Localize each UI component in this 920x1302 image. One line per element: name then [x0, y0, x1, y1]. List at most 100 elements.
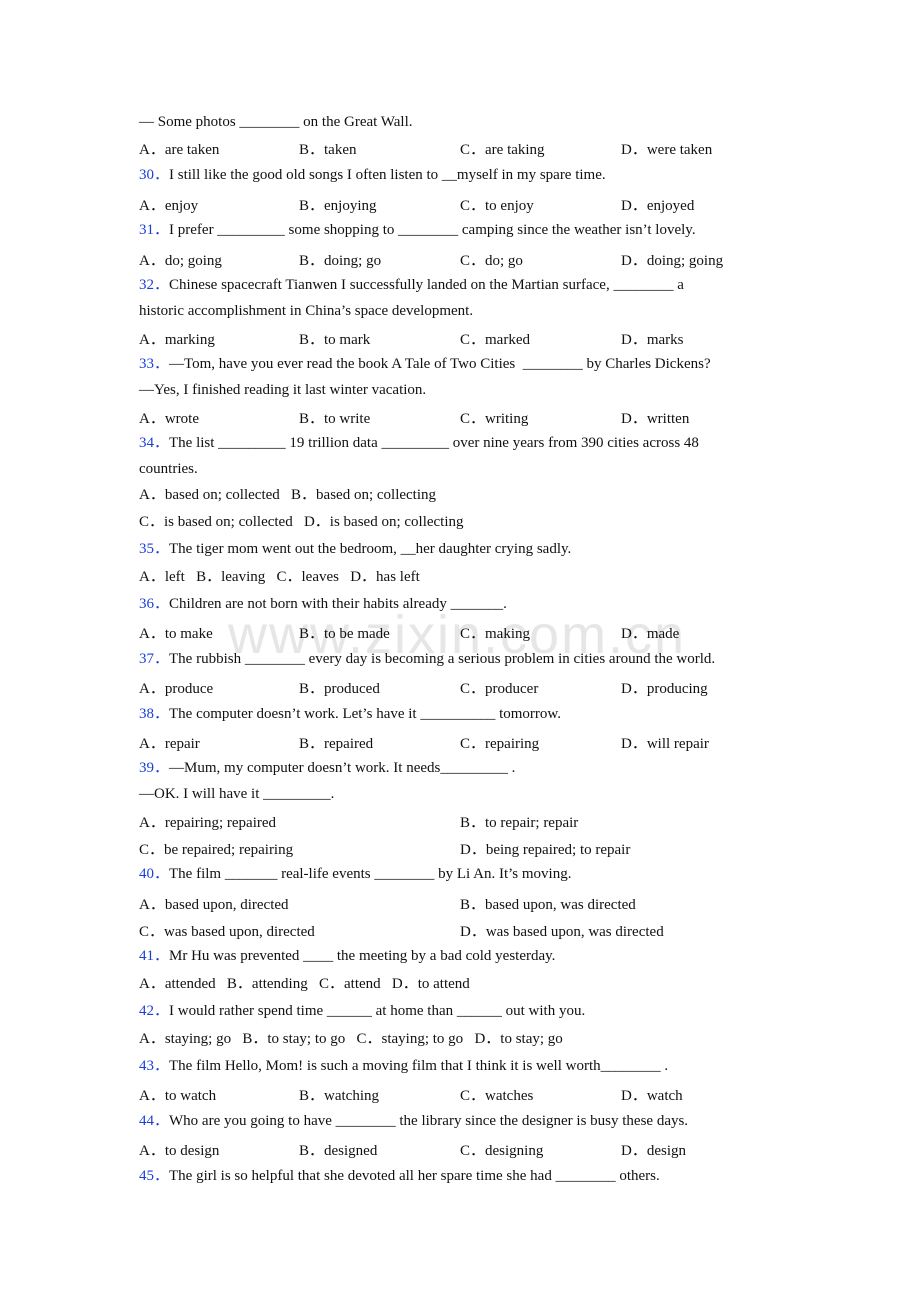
intro-line: — Some photos ________ on the Great Wall…	[139, 113, 413, 131]
question-number: 41．	[139, 948, 170, 964]
answer-option[interactable]: D．to attend	[392, 976, 470, 992]
question-text: The computer doesn’t work. Let’s have it…	[169, 706, 562, 722]
answer-option[interactable]: A．attended	[139, 976, 216, 992]
question-number: 37．	[139, 651, 170, 667]
answer-option[interactable]: B．enjoying	[299, 194, 377, 215]
answer-option[interactable]: D．were taken	[621, 138, 712, 159]
question-line: 44．Who are you going to have ________ th…	[139, 1112, 688, 1130]
answer-option[interactable]: A．repair	[139, 732, 200, 753]
question-text: —Mum, my computer doesn’t work. It needs…	[169, 760, 516, 776]
question-line: 38．The computer doesn’t work. Let’s have…	[139, 705, 561, 723]
answer-option[interactable]: C．are taking	[460, 138, 545, 159]
answer-option[interactable]: B．repaired	[299, 732, 373, 753]
options-row: A．attended B．attending C．attend D．to att…	[139, 975, 470, 993]
answer-option[interactable]: D．made	[621, 622, 679, 643]
question-text: The tiger mom went out the bedroom, __he…	[169, 541, 572, 557]
answer-option[interactable]: A．to watch	[139, 1084, 216, 1105]
question-line: 30．I still like the good old songs I oft…	[139, 166, 606, 184]
answer-option[interactable]: B．based on; collecting	[291, 487, 436, 503]
answer-option[interactable]: A．produce	[139, 677, 213, 698]
answer-option[interactable]: D．written	[621, 407, 689, 428]
answer-option[interactable]: C．making	[460, 622, 530, 643]
question-text: The film _______ real-life events ______…	[169, 866, 572, 882]
question-number: 33．	[139, 356, 170, 372]
answer-option[interactable]: C．leaves	[276, 569, 338, 585]
question-line: 41．Mr Hu was prevented ____ the meeting …	[139, 947, 555, 965]
answer-option[interactable]: C．writing	[460, 407, 528, 428]
answer-option[interactable]: A．to make	[139, 622, 213, 643]
question-text: Chinese spacecraft Tianwen I successfull…	[169, 277, 684, 293]
question-line: 34．The list _________ 19 trillion data _…	[139, 434, 699, 452]
answer-option[interactable]: B．based upon, was directed	[460, 893, 636, 914]
answer-option[interactable]: C．do; go	[460, 249, 523, 270]
answer-option[interactable]: B．taken	[299, 138, 357, 159]
answer-option[interactable]: B．watching	[299, 1084, 379, 1105]
question-text: I prefer _________ some shopping to ____…	[169, 222, 696, 238]
answer-option[interactable]: C．designing	[460, 1139, 543, 1160]
answer-option[interactable]: A．marking	[139, 328, 215, 349]
answer-option[interactable]: C．be repaired; repairing	[139, 838, 293, 859]
question-number: 40．	[139, 866, 170, 882]
answer-option[interactable]: D．design	[621, 1139, 686, 1160]
answer-option[interactable]: A．to design	[139, 1139, 219, 1160]
answer-option[interactable]: C．watches	[460, 1084, 533, 1105]
answer-option[interactable]: B．to be made	[299, 622, 390, 643]
answer-option[interactable]: A．are taken	[139, 138, 219, 159]
question-number: 36．	[139, 596, 170, 612]
answer-option[interactable]: D．to stay; go	[474, 1031, 562, 1047]
answer-option[interactable]: C．staying; to go	[357, 1031, 464, 1047]
answer-option[interactable]: D．marks	[621, 328, 684, 349]
answer-option[interactable]: D．doing; going	[621, 249, 723, 270]
question-text: I would rather spend time ______ at home…	[169, 1003, 586, 1019]
question-text: historic accomplishment in China’s space…	[139, 303, 474, 319]
options-row: A．left B．leaving C．leaves D．has left	[139, 568, 420, 586]
answer-option[interactable]: D．producing	[621, 677, 708, 698]
answer-option[interactable]: B．leaving	[196, 569, 265, 585]
question-line: 32．Chinese spacecraft Tianwen I successf…	[139, 276, 684, 294]
answer-option[interactable]: A．wrote	[139, 407, 199, 428]
answer-option[interactable]: A．repairing; repaired	[139, 811, 276, 832]
question-line: countries.	[139, 460, 198, 478]
answer-option[interactable]: B．attending	[227, 976, 308, 992]
question-text: — Some photos ________ on the Great Wall…	[139, 114, 413, 130]
question-line: 43．The film Hello, Mom! is such a moving…	[139, 1057, 668, 1075]
answer-option[interactable]: B．to stay; to go	[242, 1031, 345, 1047]
answer-option[interactable]: D．being repaired; to repair	[460, 838, 630, 859]
answer-option[interactable]: A．enjoy	[139, 194, 198, 215]
answer-option[interactable]: D．enjoyed	[621, 194, 694, 215]
question-line: 42．I would rather spend time ______ at h…	[139, 1002, 585, 1020]
answer-option[interactable]: D．has left	[350, 569, 420, 585]
answer-option[interactable]: C．producer	[460, 677, 538, 698]
answer-option[interactable]: B．doing; go	[299, 249, 381, 270]
answer-option[interactable]: B．to mark	[299, 328, 370, 349]
answer-option[interactable]: A．staying; go	[139, 1031, 231, 1047]
question-line: 33．—Tom, have you ever read the book A T…	[139, 355, 711, 373]
answer-option[interactable]: A．based upon, directed	[139, 893, 289, 914]
answer-option[interactable]: C．attend	[319, 976, 381, 992]
answer-option[interactable]: C．to enjoy	[460, 194, 534, 215]
answer-option[interactable]: D．watch	[621, 1084, 683, 1105]
answer-option[interactable]: C．marked	[460, 328, 530, 349]
answer-option[interactable]: B．to write	[299, 407, 370, 428]
answer-option[interactable]: C．is based on; collected	[139, 514, 293, 530]
answer-option[interactable]: A．do; going	[139, 249, 222, 270]
answer-option[interactable]: D．is based on; collecting	[304, 514, 464, 530]
question-number: 42．	[139, 1003, 170, 1019]
question-line: 35．The tiger mom went out the bedroom, _…	[139, 540, 571, 558]
question-number: 35．	[139, 541, 170, 557]
answer-option[interactable]: B．designed	[299, 1139, 377, 1160]
question-line: 45．The girl is so helpful that she devot…	[139, 1167, 660, 1185]
answer-option[interactable]: B．to repair; repair	[460, 811, 578, 832]
question-line: 37．The rubbish ________ every day is bec…	[139, 650, 715, 668]
answer-option[interactable]: C．repairing	[460, 732, 539, 753]
answer-option[interactable]: D．will repair	[621, 732, 709, 753]
answer-option[interactable]: D．was based upon, was directed	[460, 920, 664, 941]
answer-option[interactable]: C．was based upon, directed	[139, 920, 315, 941]
question-number: 34．	[139, 435, 170, 451]
answer-option[interactable]: A．left	[139, 569, 185, 585]
question-text: Who are you going to have ________ the l…	[169, 1113, 689, 1129]
answer-option[interactable]: A．based on; collected	[139, 487, 280, 503]
question-line: historic accomplishment in China’s space…	[139, 302, 473, 320]
question-number: 38．	[139, 706, 170, 722]
answer-option[interactable]: B．produced	[299, 677, 380, 698]
